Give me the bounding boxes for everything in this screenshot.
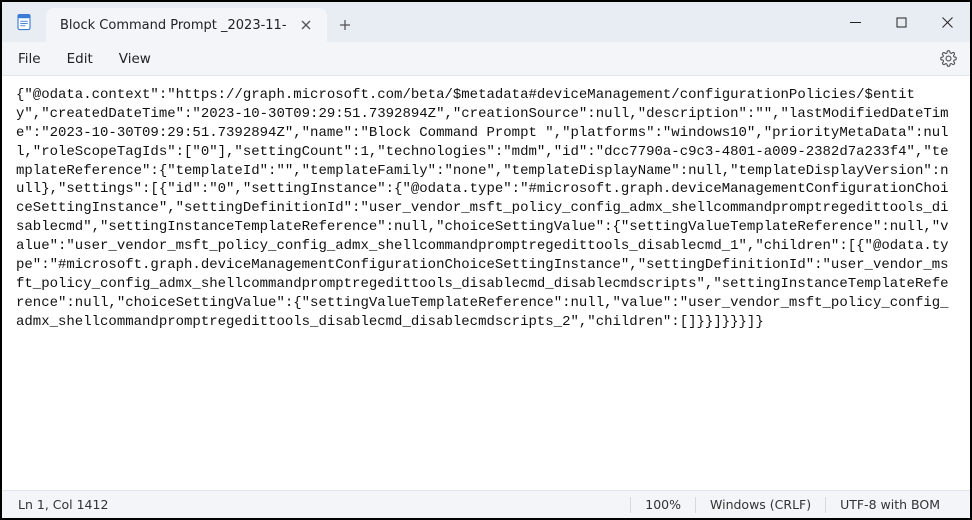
maximize-button[interactable] [878, 2, 924, 42]
statusbar: Ln 1, Col 1412 100% Windows (CRLF) UTF-8… [2, 490, 970, 518]
text-editor-area[interactable]: {"@odata.context":"https://graph.microso… [2, 76, 970, 490]
app-icon [2, 2, 46, 42]
titlebar: Block Command Prompt _2023-11- [2, 2, 970, 42]
menubar: File Edit View [2, 42, 970, 76]
document-tab[interactable]: Block Command Prompt _2023-11- [46, 8, 327, 42]
menu-file[interactable]: File [18, 51, 41, 67]
status-encoding[interactable]: UTF-8 with BOM [826, 497, 954, 512]
plus-icon [339, 19, 351, 31]
maximize-icon [896, 17, 907, 28]
close-icon [942, 17, 953, 28]
close-icon [301, 20, 311, 30]
menu-view[interactable]: View [119, 51, 151, 67]
gear-icon [940, 50, 957, 67]
status-line-ending[interactable]: Windows (CRLF) [696, 497, 825, 512]
status-cursor-position: Ln 1, Col 1412 [18, 497, 630, 512]
add-tab-button[interactable] [327, 8, 363, 42]
window-controls [832, 2, 970, 42]
close-tab-button[interactable] [295, 14, 317, 36]
minimize-button[interactable] [832, 2, 878, 42]
menu-edit[interactable]: Edit [67, 51, 93, 67]
tab-title: Block Command Prompt _2023-11- [60, 18, 287, 33]
close-window-button[interactable] [924, 2, 970, 42]
titlebar-drag-area[interactable] [363, 2, 832, 42]
settings-button[interactable] [934, 45, 962, 73]
status-zoom[interactable]: 100% [631, 497, 695, 512]
notepad-icon [15, 13, 33, 31]
minimize-icon [850, 17, 861, 28]
